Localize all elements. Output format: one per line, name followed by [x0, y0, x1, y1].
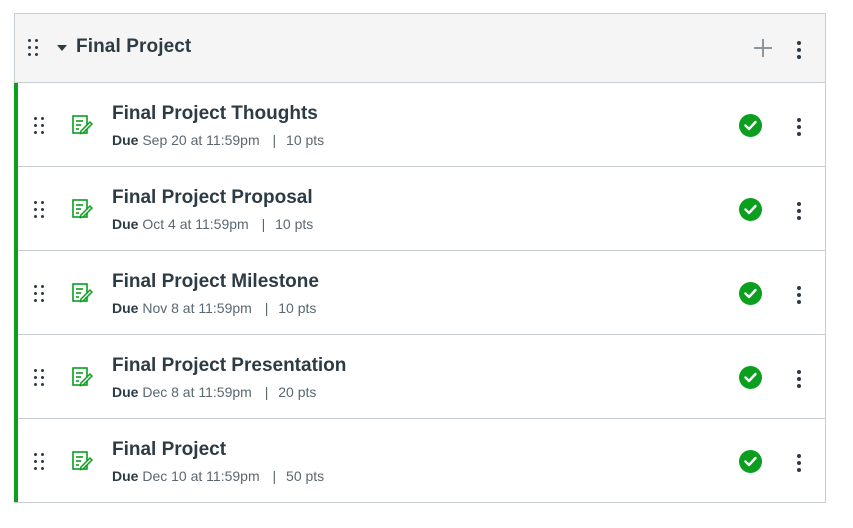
item-title-link[interactable]: Final Project Presentation — [112, 355, 346, 377]
item-meta: Due Nov 8 at 11:59pm | 10 pts — [112, 300, 316, 316]
drag-handle-icon[interactable] — [34, 369, 45, 387]
published-check-icon[interactable] — [739, 450, 762, 473]
due-label: Due — [112, 384, 139, 400]
due-date: Oct 4 at 11:59pm — [142, 216, 249, 232]
module-item: Final Project Due Dec 10 at 11:59pm | 50… — [18, 419, 825, 502]
published-check-icon[interactable] — [739, 114, 762, 137]
item-menu-button[interactable] — [797, 118, 801, 136]
due-label: Due — [112, 300, 139, 316]
due-label: Due — [112, 132, 139, 148]
points: 50 pts — [286, 468, 325, 484]
separator: | — [272, 468, 277, 484]
points: 20 pts — [278, 384, 317, 400]
published-check-icon[interactable] — [739, 198, 762, 221]
assignment-icon — [72, 115, 93, 135]
item-title-link[interactable]: Final Project Milestone — [112, 271, 319, 293]
module-item: Final Project Presentation Due Dec 8 at … — [18, 335, 825, 419]
assignment-icon — [72, 199, 93, 219]
item-menu-button[interactable] — [797, 286, 801, 304]
module-menu-button[interactable] — [797, 41, 801, 59]
item-menu-button[interactable] — [797, 454, 801, 472]
item-meta: Due Sep 20 at 11:59pm | 10 pts — [112, 132, 324, 148]
item-title-link[interactable]: Final Project Proposal — [112, 187, 313, 209]
add-item-button[interactable] — [754, 39, 772, 57]
item-menu-button[interactable] — [797, 370, 801, 388]
drag-handle-icon[interactable] — [34, 117, 45, 135]
caret-down-icon[interactable] — [57, 45, 67, 51]
points: 10 pts — [278, 300, 317, 316]
drag-handle-icon[interactable] — [34, 453, 45, 471]
separator: | — [261, 216, 266, 232]
due-date: Sep 20 at 11:59pm — [142, 132, 260, 148]
points: 10 pts — [275, 216, 314, 232]
module-title: Final Project — [76, 36, 192, 57]
due-label: Due — [112, 468, 139, 484]
item-meta: Due Oct 4 at 11:59pm | 10 pts — [112, 216, 313, 232]
due-date: Nov 8 at 11:59pm — [142, 300, 252, 316]
assignment-icon — [72, 367, 93, 387]
drag-handle-icon[interactable] — [28, 39, 39, 57]
published-check-icon[interactable] — [739, 366, 762, 389]
module-card: Final Project Final Project Thoughts Due… — [14, 13, 826, 503]
drag-handle-icon[interactable] — [34, 201, 45, 219]
module-item: Final Project Milestone Due Nov 8 at 11:… — [18, 251, 825, 335]
module-item: Final Project Proposal Due Oct 4 at 11:5… — [18, 167, 825, 251]
separator: | — [264, 300, 269, 316]
separator: | — [264, 384, 269, 400]
item-meta: Due Dec 10 at 11:59pm | 50 pts — [112, 468, 324, 484]
published-check-icon[interactable] — [739, 282, 762, 305]
item-title-link[interactable]: Final Project — [112, 439, 226, 461]
drag-handle-icon[interactable] — [34, 285, 45, 303]
assignment-icon — [72, 451, 93, 471]
item-title-link[interactable]: Final Project Thoughts — [112, 103, 318, 125]
due-label: Due — [112, 216, 139, 232]
assignment-icon — [72, 283, 93, 303]
module-item: Final Project Thoughts Due Sep 20 at 11:… — [18, 83, 825, 167]
due-date: Dec 8 at 11:59pm — [142, 384, 252, 400]
due-date: Dec 10 at 11:59pm — [142, 468, 260, 484]
item-menu-button[interactable] — [797, 202, 801, 220]
points: 10 pts — [286, 132, 325, 148]
separator: | — [272, 132, 277, 148]
module-header[interactable]: Final Project — [15, 14, 825, 83]
item-meta: Due Dec 8 at 11:59pm | 20 pts — [112, 384, 316, 400]
module-items-list: Final Project Thoughts Due Sep 20 at 11:… — [14, 83, 825, 502]
